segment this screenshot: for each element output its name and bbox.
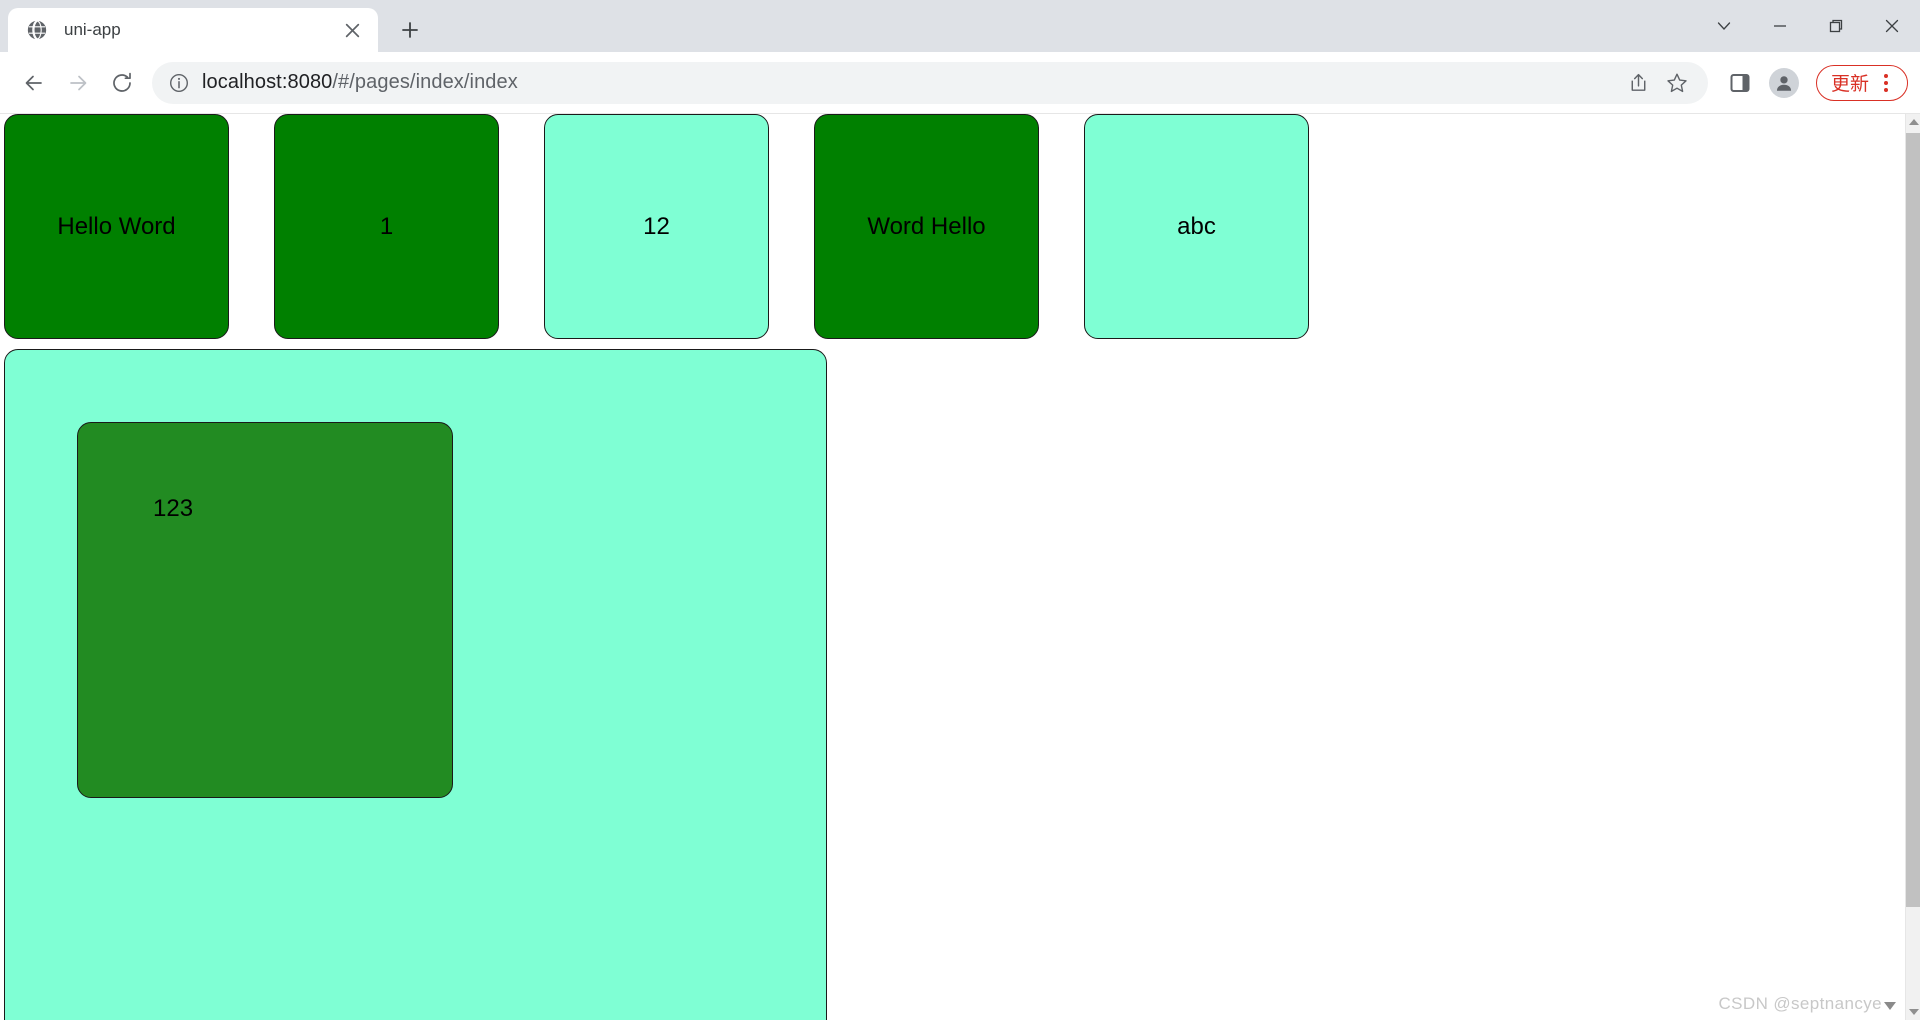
reload-icon[interactable] <box>100 61 144 105</box>
panel-inner-box-123: 123 <box>77 422 453 798</box>
side-panel-icon[interactable] <box>1718 61 1762 105</box>
panel-inner-label: 123 <box>153 495 194 522</box>
account-avatar-icon[interactable] <box>1762 61 1806 105</box>
minimize-icon[interactable] <box>1752 6 1808 46</box>
browser-tab-uni-app[interactable]: uni-app <box>8 8 378 52</box>
tab-strip: uni-app <box>0 0 1920 52</box>
address-bar[interactable]: localhost:8080/#/pages/index/index <box>152 61 1708 104</box>
box-label: Hello Word <box>57 212 176 240</box>
update-button[interactable]: 更新 <box>1815 64 1908 101</box>
window-close-icon[interactable] <box>1864 6 1920 46</box>
star-icon[interactable] <box>1660 66 1694 100</box>
box-12: 12 <box>544 114 769 339</box>
vertical-scrollbar[interactable] <box>1905 114 1920 1020</box>
update-label: 更新 <box>1830 73 1869 95</box>
browser-toolbar: localhost:8080/#/pages/index/index 更新 <box>0 52 1920 114</box>
globe-icon <box>26 19 48 41</box>
box-1: 1 <box>274 114 499 339</box>
info-icon[interactable] <box>166 70 192 96</box>
scrollbar-thumb[interactable] <box>1906 133 1920 907</box>
box-label: abc <box>1177 212 1216 240</box>
box-label: Word Hello <box>867 212 986 240</box>
page-viewport: Hello Word 1 12 Word Hello abc 123 CSDN … <box>0 114 1920 1020</box>
plus-icon[interactable] <box>392 12 428 48</box>
close-icon[interactable] <box>338 16 366 44</box>
kebab-menu-icon[interactable] <box>1873 68 1899 98</box>
scroll-down-arrow-icon[interactable] <box>1906 1004 1920 1020</box>
arrow-right-icon[interactable] <box>56 61 100 105</box>
box-row: Hello Word 1 12 Word Hello abc <box>0 114 1905 349</box>
box-label: 12 <box>643 212 670 240</box>
box-word-hello: Word Hello <box>814 114 1039 339</box>
window-controls <box>1696 0 1920 52</box>
box-label: 1 <box>379 212 394 240</box>
avatar <box>1768 67 1799 98</box>
share-icon[interactable] <box>1622 66 1656 100</box>
box-hello-word: Hello Word <box>4 114 229 339</box>
url-host: localhost:8080 <box>202 71 333 93</box>
tab-title: uni-app <box>64 20 121 39</box>
url-text: localhost:8080/#/pages/index/index <box>202 71 1618 94</box>
browser-window: uni-app localhost:8080/#/pages/index/ind… <box>0 0 1920 1020</box>
chevron-down-icon[interactable] <box>1696 6 1752 46</box>
uni-app-page: Hello Word 1 12 Word Hello abc 123 <box>0 114 1905 1020</box>
scroll-up-arrow-icon[interactable] <box>1906 114 1920 130</box>
url-path: /#/pages/index/index <box>332 71 518 93</box>
restore-icon[interactable] <box>1808 6 1864 46</box>
panel-container: 123 <box>4 349 827 1020</box>
arrow-left-icon[interactable] <box>12 61 56 105</box>
box-abc: abc <box>1084 114 1309 339</box>
